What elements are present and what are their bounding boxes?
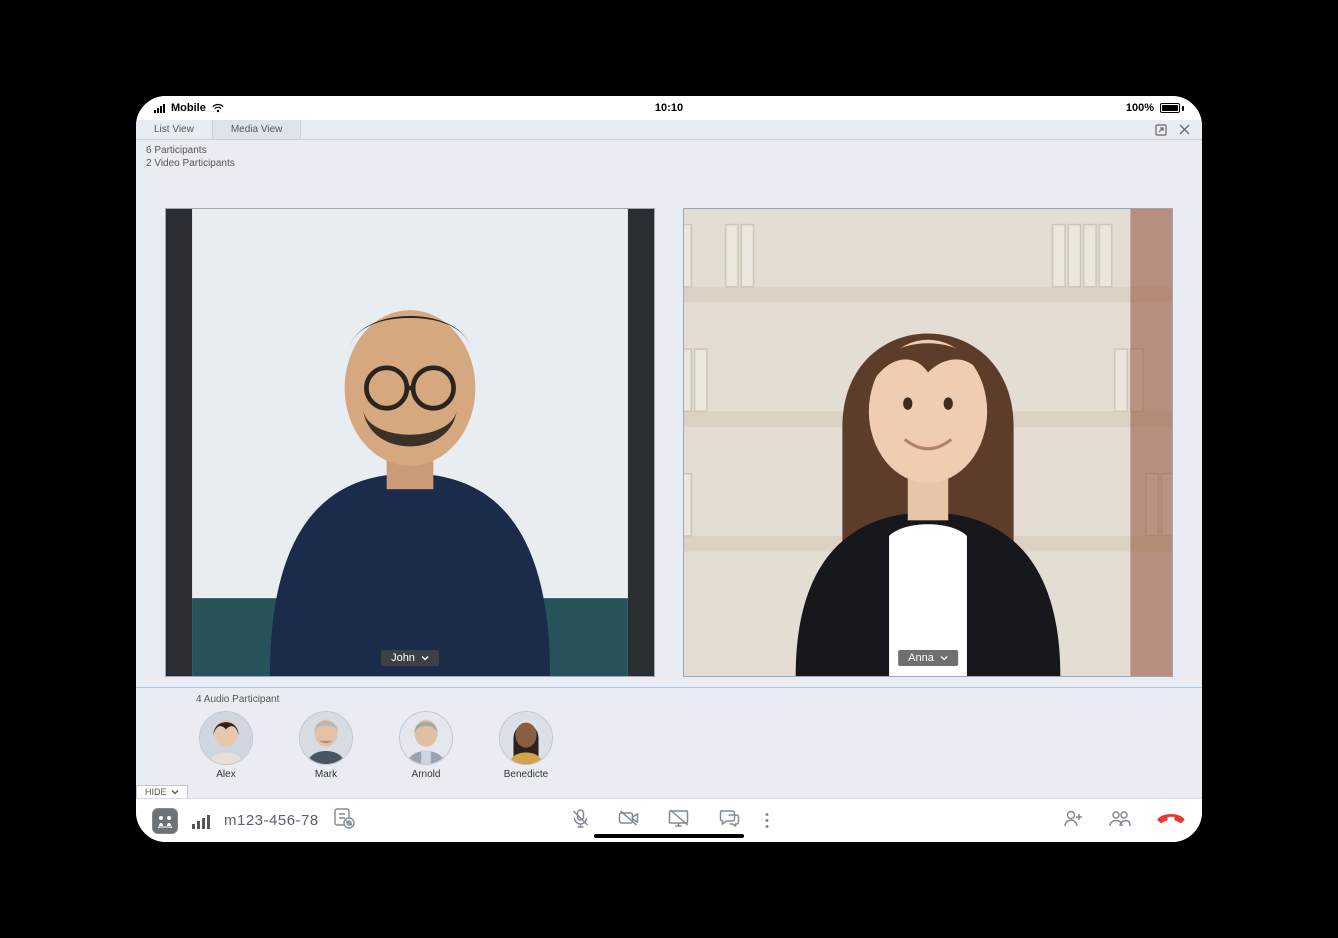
avatar (499, 711, 553, 765)
call-control-bar: m123-456-78 (136, 798, 1202, 842)
audio-participant-arnold[interactable]: Arnold (396, 711, 456, 780)
audio-participant-alex[interactable]: Alex (196, 711, 256, 780)
audio-name: Benedicte (504, 769, 548, 780)
transfer-icon[interactable] (333, 807, 355, 834)
audio-participants-label: 4 Audio Participant (196, 694, 1192, 705)
video-tile-john[interactable]: John (165, 208, 655, 677)
battery-icon (1160, 103, 1184, 113)
chevron-down-icon (940, 654, 948, 662)
audio-name: Mark (315, 769, 337, 780)
video-name-label: Anna (908, 652, 934, 664)
status-bar: Mobile 10:10 100% (136, 96, 1202, 120)
tab-list-view[interactable]: List View (136, 120, 213, 139)
audio-participant-mark[interactable]: Mark (296, 711, 356, 780)
hide-toggle[interactable]: HIDE (136, 785, 188, 798)
more-options-icon[interactable] (766, 813, 769, 828)
battery-pct: 100% (1126, 102, 1154, 114)
carrier-label: Mobile (171, 102, 206, 114)
chat-icon[interactable] (718, 808, 740, 833)
avatar (399, 711, 453, 765)
video-feed-placeholder (684, 209, 1172, 676)
chevron-down-icon (171, 788, 179, 796)
avatar (299, 711, 353, 765)
video-tile-anna[interactable]: Anna (683, 208, 1173, 677)
participants-count-line: 6 Participants (146, 144, 1192, 157)
home-indicator[interactable] (594, 834, 744, 838)
video-feed-placeholder (166, 209, 654, 676)
tablet-frame: Mobile 10:10 100% List View Media View 6 (126, 86, 1212, 852)
wifi-icon (212, 103, 224, 113)
video-participants-line: 2 Video Participants (146, 157, 1192, 170)
audio-participants-section: 4 Audio Participant Alex Mark Arnold (136, 687, 1202, 784)
video-grid: John (136, 172, 1202, 687)
add-participant-icon[interactable] (1062, 808, 1084, 833)
participants-icon[interactable] (1108, 808, 1132, 833)
close-icon[interactable] (1179, 124, 1190, 135)
audio-participant-benedicte[interactable]: Benedicte (496, 711, 556, 780)
video-name-pill-john[interactable]: John (381, 650, 439, 666)
hangup-icon[interactable] (1156, 808, 1186, 833)
audio-name: Alex (216, 769, 235, 780)
call-id: m123-456-78 (224, 812, 319, 829)
audio-name: Arnold (412, 769, 441, 780)
video-name-pill-anna[interactable]: Anna (898, 650, 958, 666)
share-screen-off-icon[interactable] (668, 808, 692, 833)
connection-quality-icon[interactable] (152, 808, 178, 834)
view-tabs: List View Media View (136, 120, 1202, 140)
participants-summary: 6 Participants 2 Video Participants (136, 140, 1202, 172)
tab-media-view[interactable]: Media View (213, 120, 302, 139)
signal-bars-icon (154, 103, 165, 113)
popout-icon[interactable] (1155, 124, 1167, 136)
status-time: 10:10 (655, 102, 683, 114)
video-name-label: John (391, 652, 415, 664)
signal-strength-icon (192, 813, 210, 829)
hide-label: HIDE (145, 787, 167, 797)
camera-off-icon[interactable] (618, 808, 642, 833)
chevron-down-icon (421, 654, 429, 662)
mute-mic-icon[interactable] (570, 807, 592, 834)
avatar (199, 711, 253, 765)
